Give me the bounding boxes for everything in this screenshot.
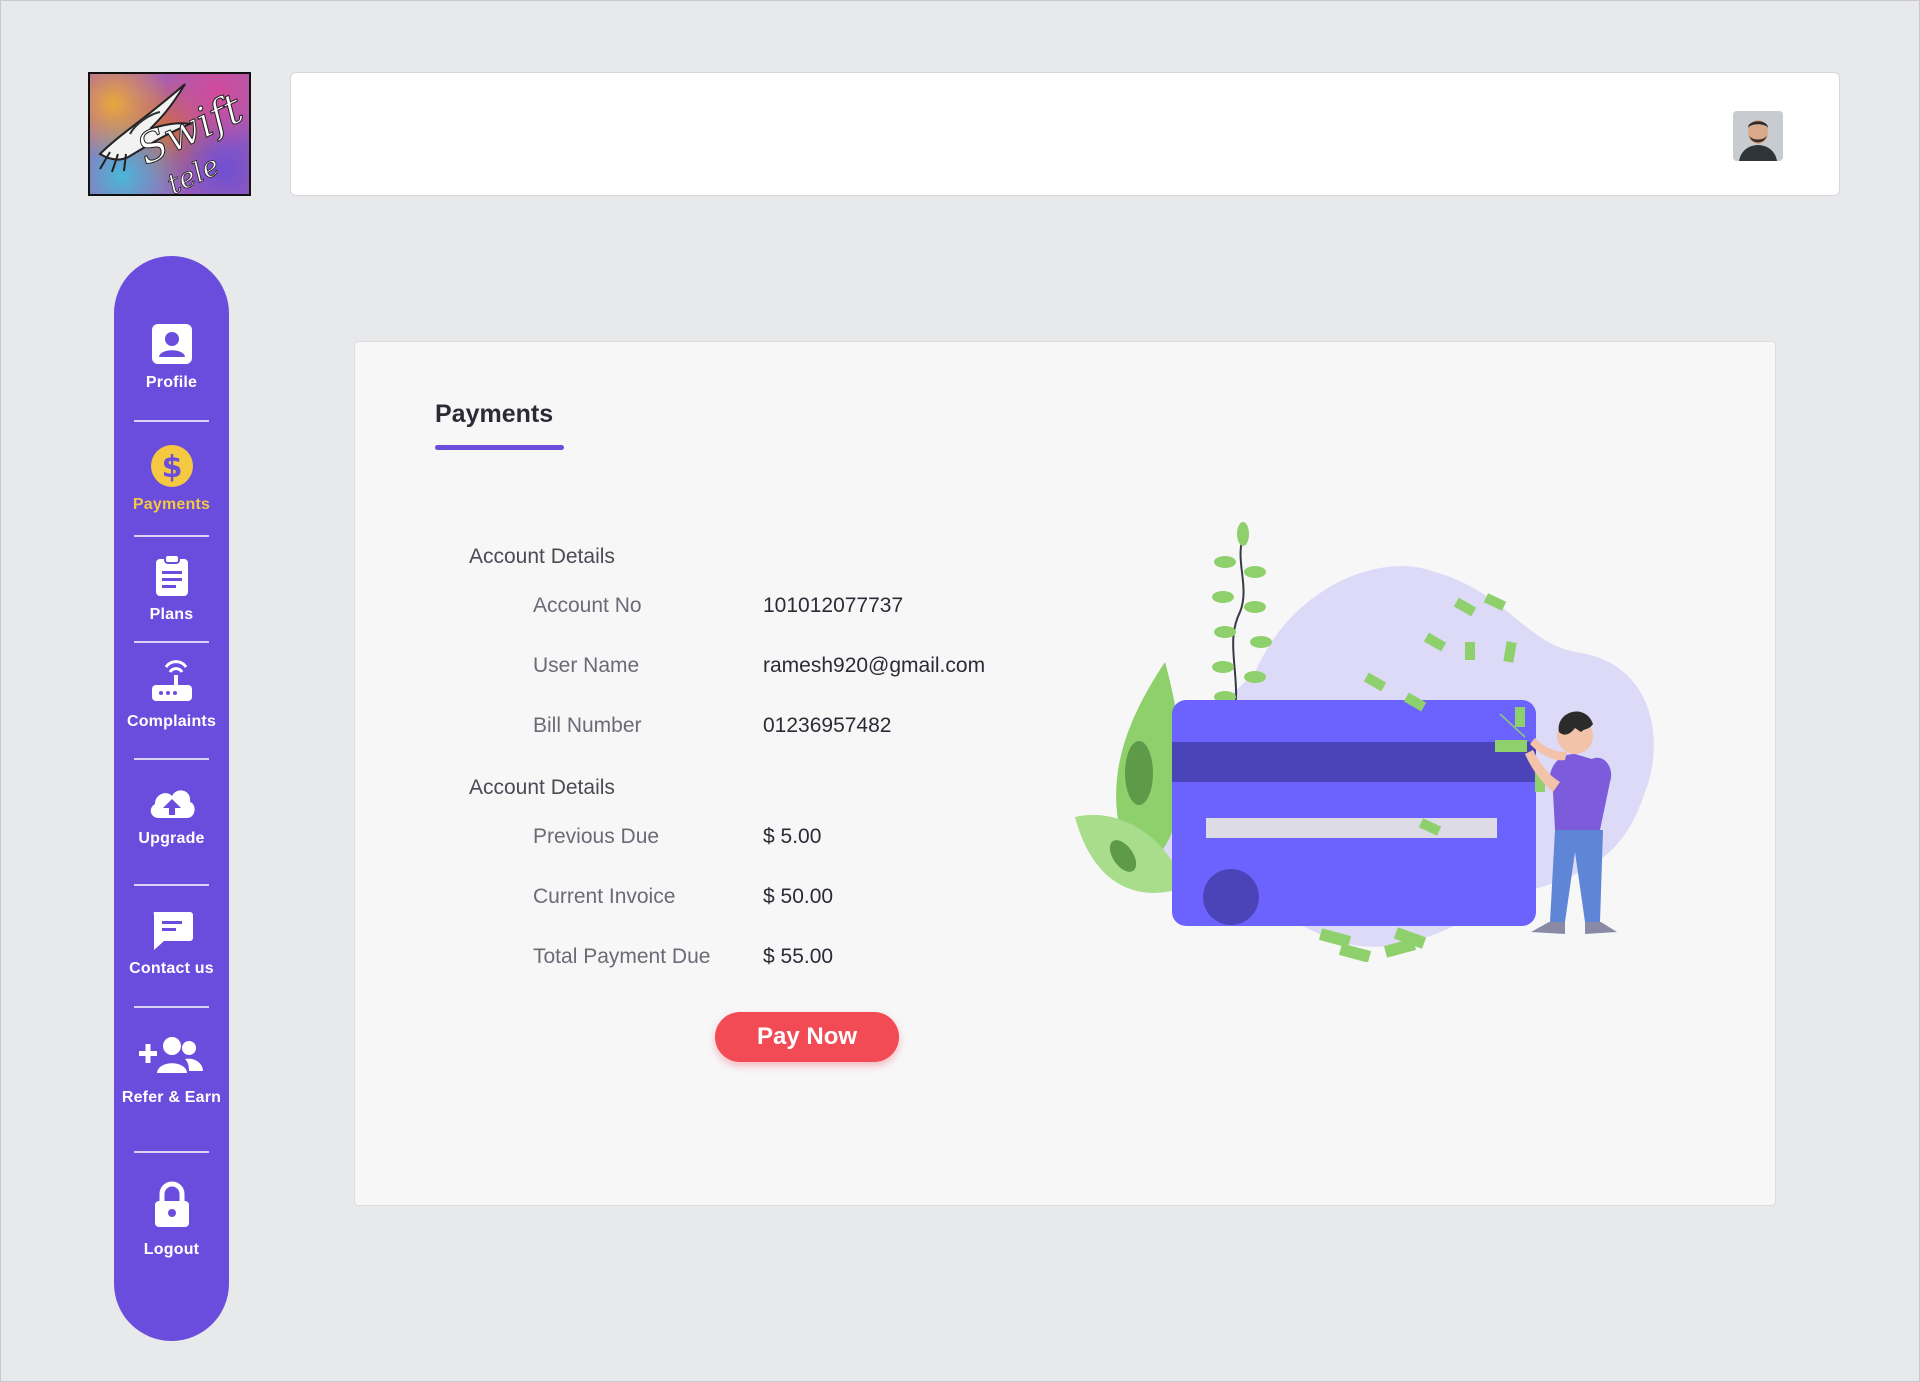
account-details-heading: Account Details (469, 545, 615, 568)
billing-details-heading: Account Details (469, 776, 615, 799)
sidebar-divider (134, 758, 209, 760)
previous-due-label: Previous Due (533, 825, 660, 848)
top-bar (290, 72, 1840, 196)
dollar-icon: $ (150, 445, 193, 487)
pay-now-button[interactable]: Pay Now (715, 1012, 899, 1062)
user-name-value: ramesh920@gmail.com (763, 654, 986, 677)
sidebar-item-label: Refer & Earn (121, 1089, 222, 1106)
sidebar-item-complaints[interactable]: Complaints (114, 659, 229, 731)
clipboard-icon (155, 554, 188, 596)
avatar-photo-icon (1733, 111, 1783, 161)
sidebar-item-label: Profile (145, 374, 198, 391)
sidebar-item-label: Complaints (126, 713, 217, 730)
bill-number-label: Bill Number (533, 714, 642, 737)
sidebar-item-label: Plans (149, 606, 194, 623)
current-invoice-value: $ 50.00 (763, 885, 834, 908)
sidebar-item-upgrade[interactable]: Upgrade (114, 782, 229, 848)
sidebar-item-label: Logout (143, 1241, 200, 1258)
user-avatar[interactable] (1733, 111, 1783, 161)
sidebar-item-label: Upgrade (138, 830, 205, 847)
sidebar-item-label: Contact us (129, 960, 214, 977)
cloud-upload-icon (150, 790, 195, 818)
message-icon (153, 912, 193, 950)
sidebar-divider (134, 1006, 209, 1008)
previous-due-value: $ 5.00 (763, 825, 822, 848)
sidebar-item-refer-earn[interactable]: Refer & Earn (114, 1033, 229, 1107)
current-invoice-label: Current Invoice (533, 885, 676, 908)
active-tab-indicator (435, 445, 564, 450)
sidebar-divider (134, 641, 209, 643)
sidebar-divider (134, 884, 209, 886)
account-no-label: Account No (533, 594, 642, 617)
user-plus-icon (138, 1037, 203, 1073)
sidebar-item-contact-us[interactable]: Contact us (114, 910, 229, 978)
sidebar-divider (134, 535, 209, 537)
payments-card: Payments Account Details Account No 1010… (354, 341, 1776, 1206)
lock-icon (154, 1181, 189, 1227)
user-name-label: User Name (533, 654, 640, 677)
payment-illustration (1075, 522, 1654, 962)
sidebar-divider (134, 420, 209, 422)
sidebar-item-logout[interactable]: Logout (114, 1181, 229, 1259)
app-logo: Swift tele (88, 72, 251, 196)
profile-icon (151, 324, 192, 364)
swift-bird-logo-icon: Swift tele (98, 83, 249, 194)
sidebar-item-label: Payments (132, 496, 211, 513)
bill-number-value: 01236957482 (763, 714, 892, 737)
svg-text:$: $ (161, 450, 182, 485)
sidebar-item-payments[interactable]: $ Payments (114, 444, 229, 514)
total-payment-due-label: Total Payment Due (533, 945, 711, 968)
tab-payments[interactable]: Payments (435, 400, 553, 429)
account-no-value: 101012077737 (763, 594, 904, 617)
router-icon (151, 660, 192, 701)
sidebar-divider (134, 1151, 209, 1153)
sidebar-item-profile[interactable]: Profile (114, 322, 229, 392)
sidebar-item-plans[interactable]: Plans (114, 554, 229, 624)
sidebar-nav: Profile $ Payments Plans Complaints Upgr… (114, 256, 229, 1341)
total-payment-due-value: $ 55.00 (763, 945, 834, 968)
